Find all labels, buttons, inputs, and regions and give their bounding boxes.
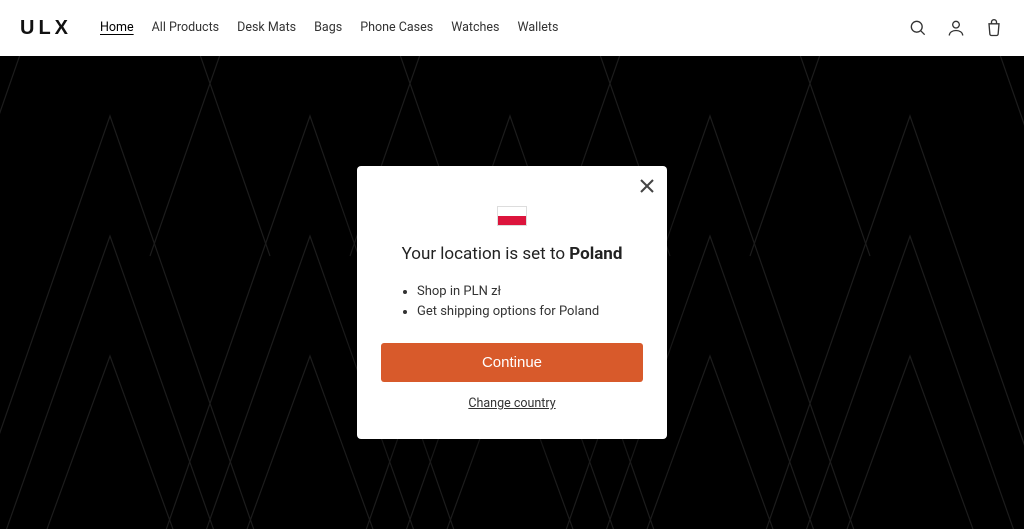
- modal-bullets: Shop in PLN zł Get shipping options for …: [381, 282, 643, 321]
- nav-bags[interactable]: Bags: [314, 20, 342, 37]
- main-nav: Home All Products Desk Mats Bags Phone C…: [100, 20, 558, 37]
- nav-wallets[interactable]: Wallets: [517, 20, 558, 37]
- location-modal: Your location is set to Poland Shop in P…: [357, 166, 667, 439]
- nav-watches[interactable]: Watches: [451, 20, 499, 37]
- site-logo[interactable]: ULX: [20, 17, 72, 40]
- nav-desk-mats[interactable]: Desk Mats: [237, 20, 296, 37]
- modal-title: Your location is set to Poland: [381, 244, 643, 264]
- nav-home[interactable]: Home: [100, 20, 134, 37]
- modal-title-country: Poland: [569, 244, 622, 264]
- nav-all-products[interactable]: All Products: [152, 20, 220, 37]
- continue-button[interactable]: Continue: [381, 343, 643, 382]
- nav-phone-cases[interactable]: Phone Cases: [360, 20, 433, 37]
- flag-poland-icon: [497, 206, 527, 226]
- modal-bullet: Shop in PLN zł: [417, 282, 643, 302]
- header-actions: [908, 18, 1004, 38]
- modal-title-prefix: Your location is set to: [402, 244, 570, 264]
- search-icon[interactable]: [908, 18, 928, 38]
- modal-bullet: Get shipping options for Poland: [417, 302, 643, 322]
- cart-icon[interactable]: [984, 18, 1004, 38]
- account-icon[interactable]: [946, 18, 966, 38]
- change-country-link[interactable]: Change country: [381, 396, 643, 411]
- close-icon[interactable]: [637, 176, 657, 196]
- site-header: ULX Home All Products Desk Mats Bags Pho…: [0, 0, 1024, 56]
